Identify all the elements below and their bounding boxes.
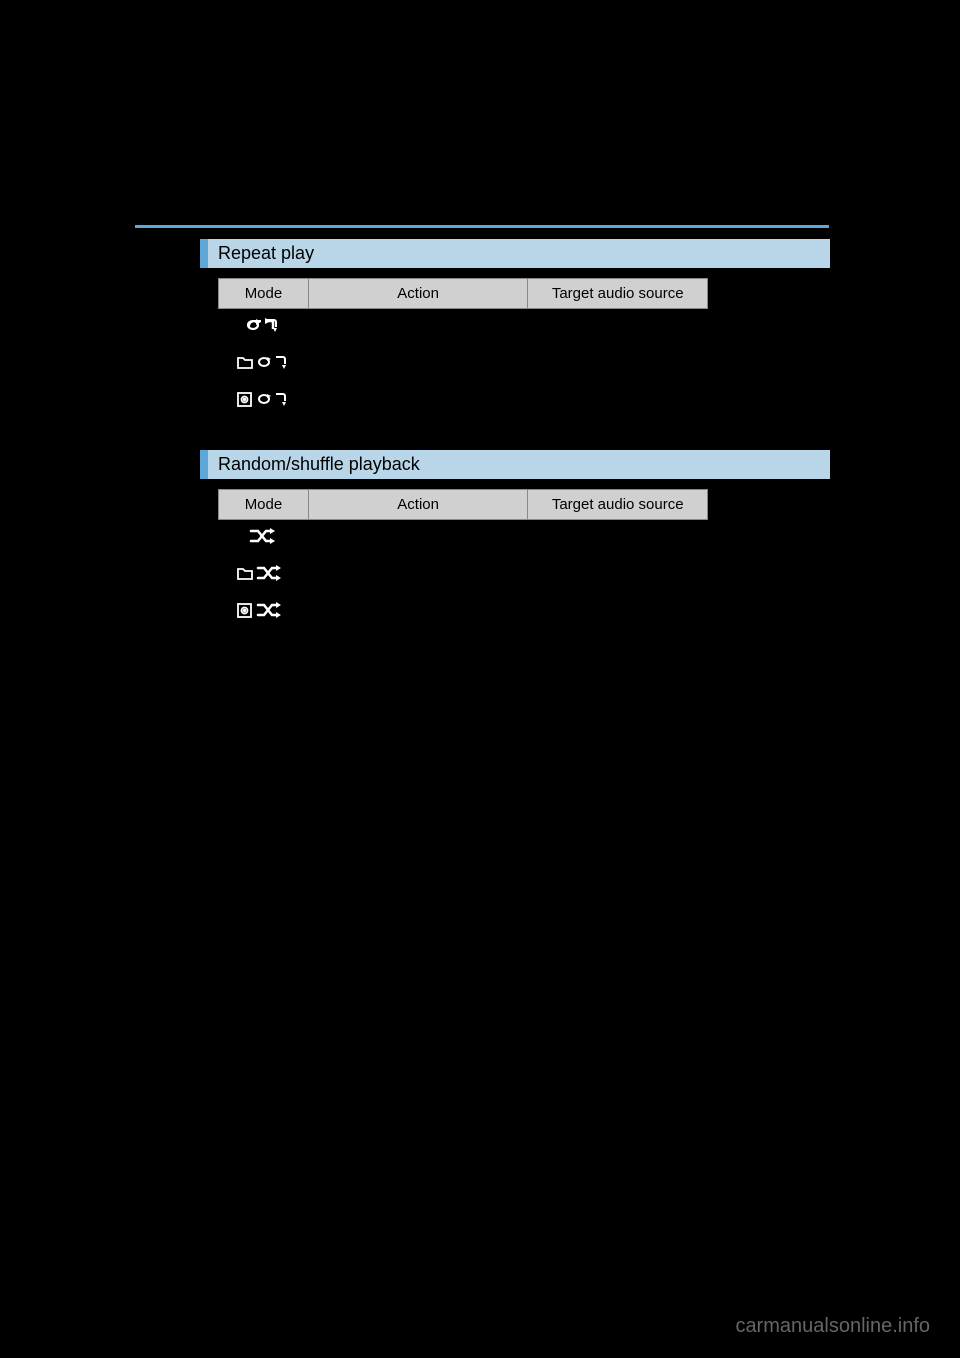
col-header-target: Target audio source — [528, 490, 708, 520]
table-row — [219, 346, 708, 383]
shuffle-folder-icon — [236, 563, 290, 588]
top-rule — [135, 225, 829, 228]
table-row — [219, 309, 708, 347]
shuffle-icon — [248, 526, 278, 551]
col-header-mode: Mode — [219, 490, 309, 520]
shuffle-album-icon — [236, 600, 290, 625]
section-header-repeat: Repeat play — [200, 239, 830, 268]
table-row — [219, 557, 708, 594]
repeat-track-icon — [243, 315, 283, 340]
section-title: Random/shuffle playback — [218, 454, 420, 474]
section-title: Repeat play — [218, 243, 314, 263]
table-row — [219, 383, 708, 420]
repeat-table: Mode Action Target audio source — [218, 278, 708, 420]
col-header-action: Action — [308, 490, 527, 520]
repeat-album-icon — [236, 389, 290, 414]
section-header-random: Random/shuffle playback — [200, 450, 830, 479]
col-header-mode: Mode — [219, 279, 309, 309]
table-row — [219, 520, 708, 558]
table-row — [219, 594, 708, 631]
col-header-action: Action — [308, 279, 527, 309]
repeat-folder-icon — [236, 352, 290, 377]
col-header-target: Target audio source — [528, 279, 708, 309]
watermark-text: carmanualsonline.info — [735, 1315, 930, 1338]
random-table: Mode Action Target audio source — [218, 489, 708, 631]
